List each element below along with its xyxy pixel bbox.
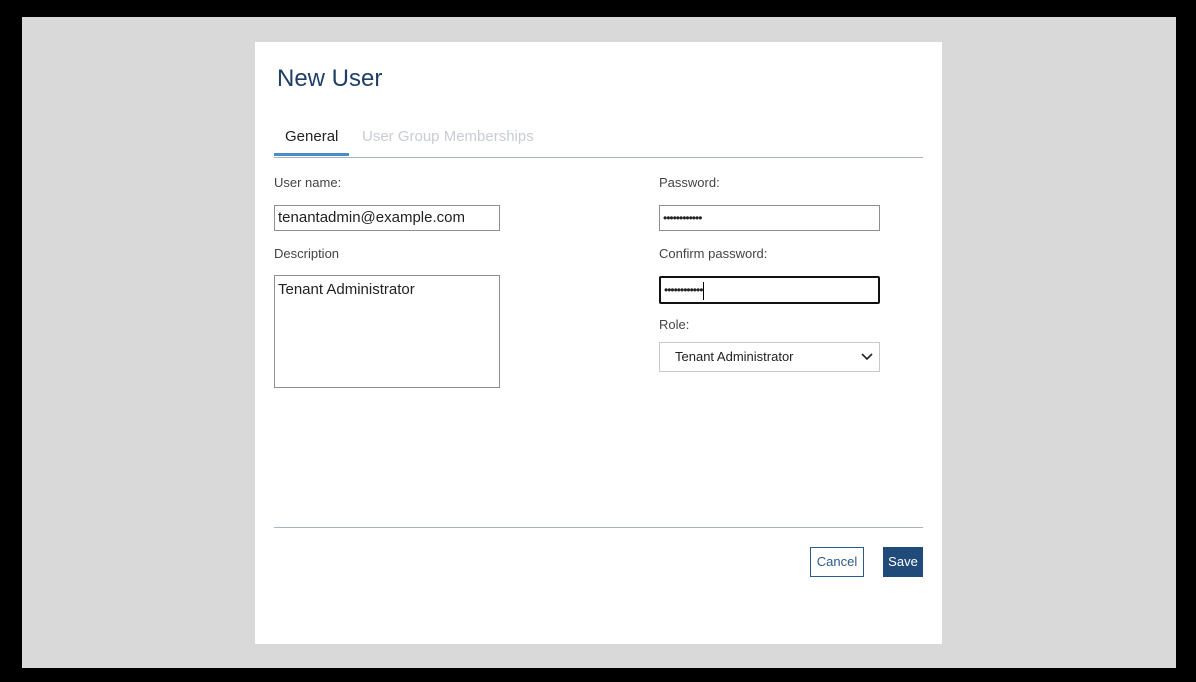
confirm-password-value: •••••••••••• xyxy=(664,283,703,297)
username-label: User name: xyxy=(274,175,342,190)
description-label: Description xyxy=(274,246,340,261)
active-tab-indicator xyxy=(274,153,349,156)
cancel-button[interactable]: Cancel xyxy=(810,547,864,577)
description-textarea[interactable]: Tenant Administrator xyxy=(274,275,500,388)
role-label: Role: xyxy=(659,317,690,332)
role-select[interactable]: Tenant Administrator xyxy=(659,342,880,372)
password-input[interactable]: •••••••••••• xyxy=(659,205,880,231)
chevron-down-icon xyxy=(861,353,873,361)
password-label: Password: xyxy=(659,175,720,190)
text-caret xyxy=(703,281,705,300)
tab-bar: General User Group Memberships xyxy=(274,124,923,158)
new-user-dialog: New User General User Group Memberships … xyxy=(255,42,942,644)
save-button[interactable]: Save xyxy=(883,547,923,577)
tab-general[interactable]: General xyxy=(285,128,338,145)
username-input[interactable]: tenantadmin@example.com xyxy=(274,205,500,231)
confirm-password-input[interactable]: •••••••••••• xyxy=(659,276,880,304)
role-select-value: Tenant Administrator xyxy=(675,349,794,364)
dialog-title: New User xyxy=(277,65,383,92)
tab-user-group-memberships[interactable]: User Group Memberships xyxy=(362,128,534,145)
footer-divider xyxy=(274,527,923,528)
confirm-password-label: Confirm password: xyxy=(659,246,768,261)
